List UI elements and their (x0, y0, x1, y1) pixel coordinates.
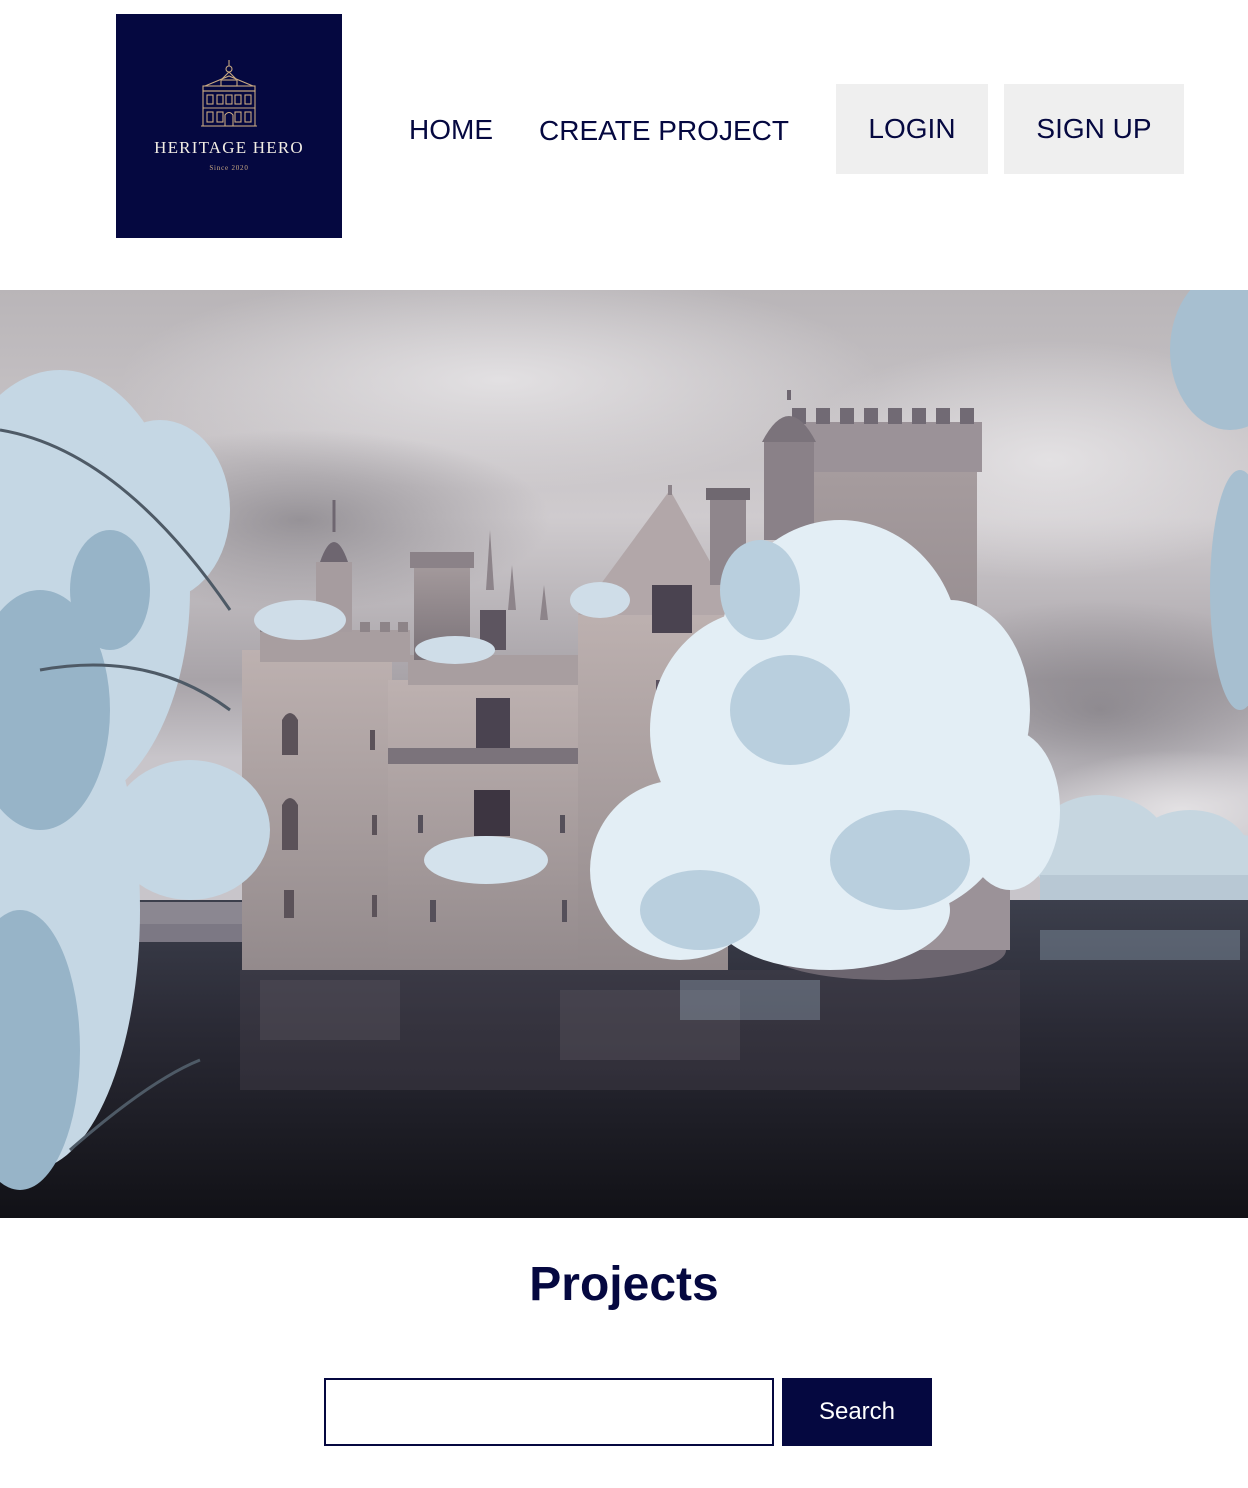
hero-image (0, 290, 1248, 1218)
projects-heading: Projects (529, 1258, 719, 1311)
building-icon (201, 60, 257, 127)
logo-title: HERITAGE HERO (154, 138, 304, 157)
page: HERITAGE HERO Since 2020 HOME CREATE PRO… (0, 0, 1248, 1488)
search-input[interactable] (324, 1378, 774, 1446)
search-button[interactable]: Search (782, 1378, 932, 1446)
nav-home-link[interactable]: HOME (409, 114, 493, 146)
logo[interactable]: HERITAGE HERO Since 2020 (116, 14, 342, 238)
nav-create-project-link[interactable]: CREATE PROJECT (539, 115, 789, 147)
signup-button[interactable]: SIGN UP (1004, 84, 1184, 174)
login-button[interactable]: LOGIN (836, 84, 988, 174)
logo-subtitle: Since 2020 (209, 164, 249, 172)
